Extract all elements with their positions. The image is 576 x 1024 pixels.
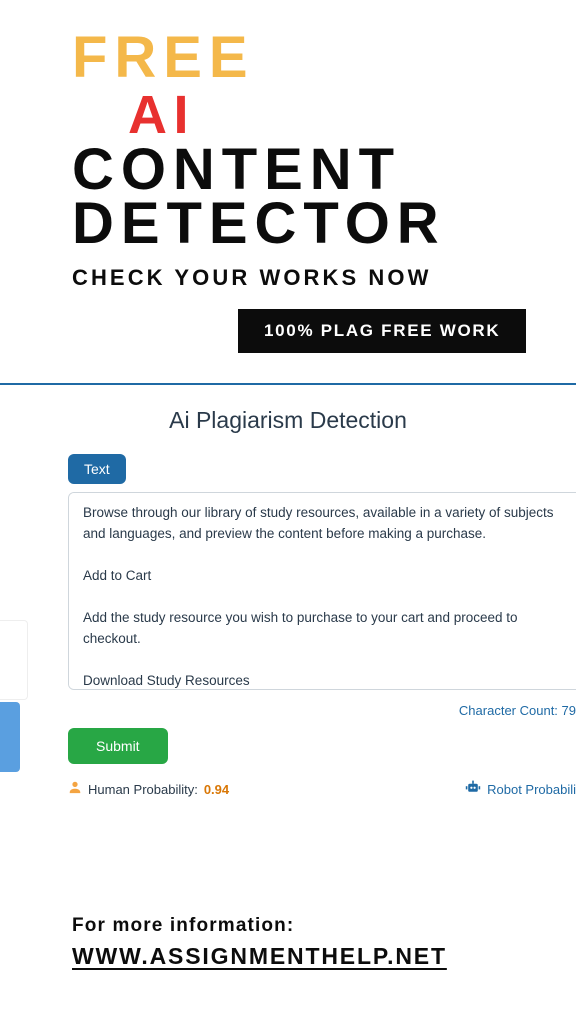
hero-word-ai: AI <box>128 87 576 144</box>
plag-free-badge: 100% PLAG FREE WORK <box>238 309 526 353</box>
content-textarea[interactable] <box>68 492 576 690</box>
app-title: Ai Plagiarism Detection <box>0 407 576 434</box>
footer-url[interactable]: WWW.ASSIGNMENTHELP.NET <box>72 943 447 969</box>
side-card-edge <box>0 620 28 700</box>
robot-label: Robot Probabili <box>487 782 576 797</box>
robot-icon <box>465 780 481 798</box>
char-count-value: 79 <box>562 703 576 718</box>
hero-word-detector: DETECTOR <box>72 194 576 255</box>
tab-text[interactable]: Text <box>68 454 126 484</box>
detector-app: Ai Plagiarism Detection Text Character C… <box>0 385 576 798</box>
hero-word-free: FREE <box>72 28 576 89</box>
character-count: Character Count: 79 <box>0 703 576 718</box>
person-icon <box>68 780 82 798</box>
footer-label: For more information: <box>72 915 447 937</box>
side-widget[interactable] <box>0 702 20 772</box>
probability-results: Human Probability: 0.94 Robot Probabili <box>68 780 576 798</box>
human-probability: Human Probability: 0.94 <box>68 780 229 798</box>
robot-probability: Robot Probabili <box>465 780 576 798</box>
submit-button[interactable]: Submit <box>68 728 168 764</box>
human-label: Human Probability: <box>88 782 198 797</box>
footer: For more information: WWW.ASSIGNMENTHELP… <box>72 915 447 970</box>
char-count-label: Character Count: <box>459 703 562 718</box>
human-value: 0.94 <box>204 782 229 797</box>
hero-heading: FREE AI CONTENT DETECTOR <box>0 0 576 255</box>
tagline: CHECK YOUR WORKS NOW <box>72 265 576 291</box>
